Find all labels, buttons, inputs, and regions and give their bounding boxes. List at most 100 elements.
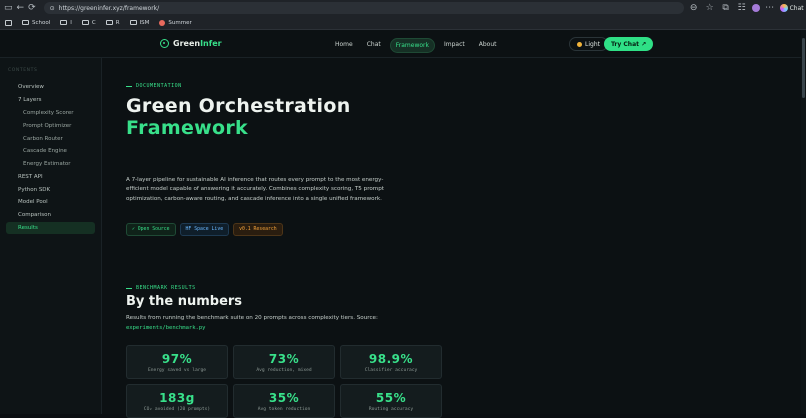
stat-label: Energy saved vs large bbox=[147, 367, 207, 373]
sidebar-item-energy-estimator[interactable]: Energy Estimator bbox=[6, 158, 95, 171]
zoom-icon[interactable]: ⊖ bbox=[688, 2, 700, 14]
tag-version[interactable]: v0.1 Research bbox=[233, 223, 283, 236]
browser-toolbar: ▭ ← ⟳ ⊙ https://greeninfer.xyz/framework… bbox=[0, 0, 806, 16]
bookmark-label: School bbox=[32, 19, 51, 26]
bookmark-label: R bbox=[115, 19, 120, 26]
bookmark-i[interactable]: I bbox=[60, 20, 72, 26]
main-nav: Home Chat Framework Impact About bbox=[330, 38, 501, 53]
docs-kicker: DOCUMENTATION bbox=[126, 83, 182, 89]
stat-label: Avg token reduction bbox=[257, 406, 311, 412]
stat-value: 55% bbox=[375, 390, 407, 405]
bookmark-label: I bbox=[70, 19, 72, 26]
sidebar-item-model-pool[interactable]: Model Pool bbox=[6, 196, 95, 209]
stat-label: Avg reduction, mixed bbox=[256, 367, 312, 373]
sidebar-item-rest-api[interactable]: REST API bbox=[6, 170, 95, 183]
bookmark-c[interactable]: C bbox=[81, 19, 96, 26]
intro-paragraph: A 7-layer pipeline for sustainable AI in… bbox=[126, 177, 384, 202]
page-scrollbar[interactable] bbox=[801, 30, 806, 414]
brand-name-b: Infer bbox=[200, 39, 222, 48]
brand-logo[interactable]: GreenInfer bbox=[160, 39, 222, 48]
bookmark-label: Summer bbox=[168, 19, 192, 26]
back-icon[interactable]: ← bbox=[17, 2, 25, 14]
favorites-list-icon[interactable]: ☷ bbox=[736, 2, 748, 14]
bookmarks-bar: School I C R ISM Summer bbox=[0, 16, 806, 30]
sidebar-item-carbon-router[interactable]: Carbon Router bbox=[6, 132, 95, 145]
reload-icon[interactable]: ⟳ bbox=[28, 2, 36, 14]
sidebar-item-overview[interactable]: Overview bbox=[6, 81, 95, 94]
scrollbar-thumb[interactable] bbox=[802, 38, 805, 98]
profile-avatar[interactable] bbox=[751, 4, 760, 12]
benchmark-source-link[interactable]: experiments/benchmark.py bbox=[126, 325, 205, 331]
copilot-chat-button[interactable]: Chat bbox=[779, 4, 804, 12]
bookmark-summer[interactable]: Summer bbox=[159, 19, 192, 26]
stat-card: 35% Avg token reduction bbox=[233, 384, 335, 418]
sidebar-item-7-layers[interactable]: 7 Layers bbox=[6, 94, 95, 107]
stat-label: Classifier accuracy bbox=[364, 367, 418, 373]
kicker-text: DOCUMENTATION bbox=[136, 83, 182, 89]
results-kicker: BENCHMARK RESULTS bbox=[126, 285, 196, 291]
leaf-icon bbox=[160, 39, 169, 48]
nav-chat[interactable]: Chat bbox=[362, 38, 386, 53]
lock-icon: ⊙ bbox=[49, 4, 55, 12]
folder-icon bbox=[22, 20, 29, 25]
bookmark-ism[interactable]: ISM bbox=[129, 20, 149, 26]
sidebar-item-comparison[interactable]: Comparison bbox=[6, 209, 95, 222]
try-chat-button[interactable]: Try Chat ↗ bbox=[604, 37, 654, 51]
more-icon[interactable]: ⋯ bbox=[764, 2, 776, 14]
kicker-line bbox=[126, 287, 132, 289]
kicker-line bbox=[126, 85, 132, 87]
nav-framework[interactable]: Framework bbox=[389, 38, 435, 53]
page-title: Green Orchestration Framework bbox=[126, 95, 526, 139]
folder-icon bbox=[81, 20, 89, 25]
stat-value: 97% bbox=[161, 351, 193, 366]
extensions-icon[interactable]: ⧉ bbox=[720, 2, 732, 14]
stat-card: 97% Energy saved vs large bbox=[126, 345, 228, 379]
stat-card: 98.9% Classifier accuracy bbox=[340, 345, 442, 379]
sidebar-item-complexity-scorer[interactable]: Complexity Scorer bbox=[6, 107, 95, 120]
site-header: GreenInfer Home Chat Framework Impact Ab… bbox=[0, 30, 806, 58]
sidebar-item-results[interactable]: Results bbox=[6, 221, 95, 235]
bookmarks-tab-icon[interactable] bbox=[5, 19, 12, 26]
bookmark-icon bbox=[159, 19, 166, 26]
bookmark-label: C bbox=[91, 19, 96, 26]
stat-value: 183g bbox=[159, 390, 195, 405]
title-line-1: Green Orchestration bbox=[126, 95, 351, 117]
sidebar-list: Overview 7 Layers Complexity Scorer Prompt … bbox=[0, 81, 101, 235]
copilot-icon bbox=[779, 4, 788, 12]
bookmark-school[interactable]: School bbox=[22, 20, 50, 26]
nav-home[interactable]: Home bbox=[330, 38, 358, 53]
stat-card: 183g CO₂ avoided (20 prompts) bbox=[126, 384, 228, 418]
stat-label: Routing accuracy bbox=[368, 406, 414, 412]
stat-value: 73% bbox=[268, 351, 300, 366]
stat-label: CO₂ avoided (20 prompts) bbox=[143, 406, 211, 412]
stat-value: 35% bbox=[268, 390, 300, 405]
sidebar-toggle-icon[interactable]: ▭ bbox=[4, 2, 13, 14]
brand-name-a: Green bbox=[173, 39, 201, 48]
address-bar[interactable]: ⊙ https://greeninfer.xyz/framework/ bbox=[43, 2, 684, 14]
page: GreenInfer Home Chat Framework Impact Ab… bbox=[0, 30, 806, 418]
sidebar-item-cascade-engine[interactable]: Cascade Engine bbox=[6, 145, 95, 158]
tag-hf-space[interactable]: HF Space Live bbox=[179, 223, 230, 236]
tag-list: ✓ Open Source HF Space Live v0.1 Researc… bbox=[126, 223, 283, 236]
nav-impact[interactable]: Impact bbox=[439, 38, 470, 53]
folder-icon bbox=[105, 20, 113, 25]
bookmark-r[interactable]: R bbox=[105, 19, 120, 26]
sun-icon bbox=[577, 41, 582, 47]
url-text: https://greeninfer.xyz/framework/ bbox=[58, 4, 160, 12]
tag-open-source[interactable]: ✓ Open Source bbox=[126, 223, 176, 236]
folder-icon bbox=[129, 20, 137, 25]
copilot-label: Chat bbox=[789, 4, 804, 12]
theme-label: Light bbox=[585, 40, 600, 48]
stat-card: 73% Avg reduction, mixed bbox=[233, 345, 335, 379]
kicker-text: BENCHMARK RESULTS bbox=[136, 285, 196, 291]
favorite-icon[interactable]: ☆ bbox=[704, 2, 716, 14]
sidebar-item-python-sdk[interactable]: Python SDK bbox=[6, 183, 95, 196]
results-subtitle: Results from running the benchmark suite… bbox=[126, 315, 378, 321]
sidebar-item-prompt-optimizer[interactable]: Prompt Optimizer bbox=[6, 119, 95, 132]
nav-about[interactable]: About bbox=[474, 38, 502, 53]
folder-icon bbox=[60, 20, 68, 25]
stats-grid: 97% Energy saved vs large 73% Avg reductio… bbox=[126, 345, 442, 418]
results-title: By the numbers bbox=[126, 294, 243, 309]
theme-toggle-button[interactable]: Light bbox=[569, 37, 608, 51]
stat-card: 55% Routing accuracy bbox=[340, 384, 442, 418]
